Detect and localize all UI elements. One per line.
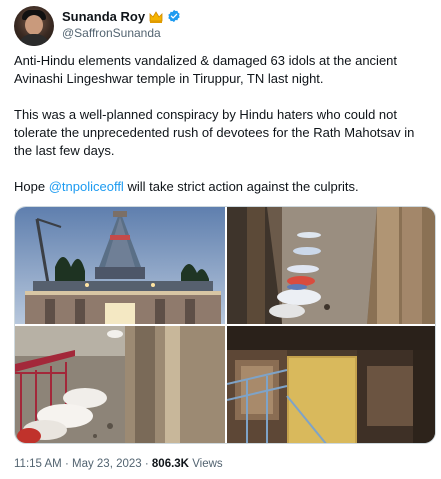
views-count: 806.3K (151, 458, 189, 470)
media-grid (14, 206, 436, 444)
tweet-text: Anti-Hindu elements vandalized & damaged… (14, 52, 429, 214)
tweet-paragraph-2: This was a well-planned conspiracy by Hi… (14, 107, 415, 158)
crown-icon (149, 10, 163, 23)
broken-idols-wrapped-photo[interactable] (15, 326, 225, 443)
tweet-paragraph-1: Anti-Hindu elements vandalized & damaged… (14, 53, 398, 86)
meta-separator: · (141, 458, 152, 470)
post-date[interactable]: May 23, 2023 (72, 458, 142, 470)
tweet-metadata: 11:15 AM · May 23, 2023 · 806.3K Views (14, 458, 223, 470)
verified-icon (167, 9, 181, 23)
mention-link[interactable]: @tnpoliceoffl (49, 179, 124, 194)
author-name-row: Sunanda Roy (62, 8, 181, 24)
author-handle[interactable]: @SaffronSunanda (62, 26, 161, 40)
meta-separator: · (61, 458, 72, 470)
damaged-idols-corridor-photo[interactable] (227, 207, 435, 324)
paragraph-3-prefix: Hope (14, 179, 49, 194)
paragraph-3-suffix: will take strict action against the culp… (123, 179, 359, 194)
temple-gopuram-photo[interactable] (15, 207, 225, 324)
post-time[interactable]: 11:15 AM (14, 458, 62, 470)
temple-chariot-interior-photo[interactable] (227, 326, 435, 443)
author-display-name[interactable]: Sunanda Roy (62, 9, 145, 24)
views-label: Views (189, 458, 223, 470)
avatar[interactable] (14, 6, 54, 46)
tweet-card: Sunanda Roy @SaffronSunanda Anti-Hindu e… (0, 0, 441, 479)
tweet-paragraph-3: Hope @tnpoliceoffl will take strict acti… (14, 178, 429, 196)
